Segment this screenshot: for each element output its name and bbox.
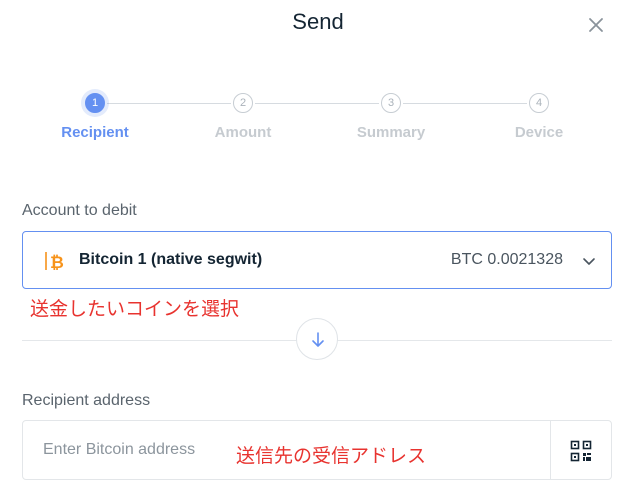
annotation-select-coin: 送金したいコインを選択 (30, 298, 240, 320)
step-1-label: Recipient (61, 124, 129, 141)
arrow-down-icon (312, 332, 324, 347)
step-3-indicator: 3 (381, 93, 401, 113)
step-connector (107, 103, 231, 104)
step-connector (255, 103, 379, 104)
step-4-label: Device (514, 124, 564, 141)
account-select[interactable]: ₿ Bitcoin 1 (native segwit) BTC 0.002132… (22, 231, 612, 289)
close-icon (589, 18, 603, 32)
modal-title: Send (292, 9, 344, 34)
bitcoin-icon: ₿ (45, 252, 64, 273)
qr-code-icon (570, 440, 592, 462)
close-button[interactable] (584, 13, 608, 37)
arrow-down-indicator (296, 318, 338, 360)
annotation-recipient-address: 送信先の受信アドレス (236, 445, 427, 467)
stepper: 1 2 3 4 Recipient Amount Summary Device (0, 90, 636, 150)
qr-scan-button[interactable] (550, 421, 611, 479)
step-2-label: Amount (214, 124, 272, 141)
svg-text:₿: ₿ (50, 253, 64, 273)
account-to-debit-label: Account to debit (22, 202, 137, 219)
account-balance: BTC 0.0021328 (450, 251, 563, 268)
step-3-label: Summary (356, 124, 426, 141)
step-2-indicator: 2 (233, 93, 253, 113)
recipient-address-label: Recipient address (22, 392, 151, 409)
step-connector (403, 103, 527, 104)
step-4-indicator: 4 (529, 93, 549, 113)
chevron-down-icon (583, 258, 595, 265)
step-1-indicator: 1 (85, 93, 105, 113)
account-name: Bitcoin 1 (native segwit) (79, 251, 263, 268)
